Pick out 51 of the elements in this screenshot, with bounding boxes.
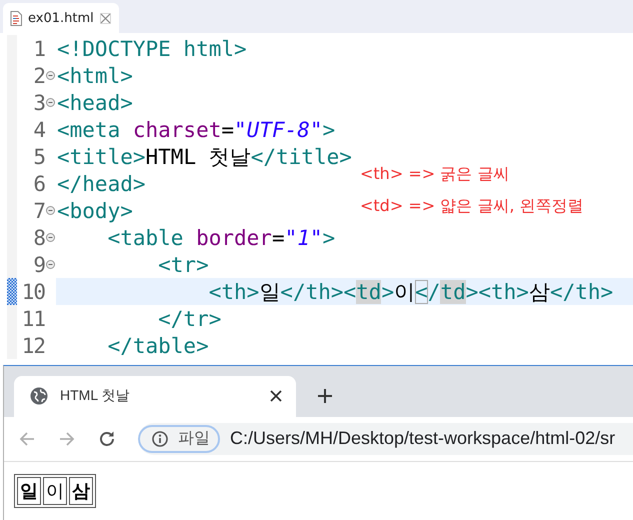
info-icon [152,430,168,447]
fold-icon[interactable] [46,260,55,269]
code-line: <title>HTML 첫날</title> [56,144,352,170]
code-line: <meta charset="UTF-8"> [56,116,336,143]
line-number: 8 [33,226,45,250]
table-cell: 이 [43,477,67,505]
url-text: C:/Users/MH/Desktop/test-workspace/html-02/sr [230,428,616,450]
line-number: 11 [22,306,45,330]
line-number: 12 [22,334,45,358]
site-info-chip[interactable]: 파일 [138,424,220,453]
line-number: 6 [33,172,45,196]
fold-icon[interactable] [46,98,55,107]
code-line: <body> [56,198,133,224]
line-number: 1 [33,36,45,60]
fold-icon[interactable] [46,233,55,242]
tab-title: HTML 첫날 [60,387,130,406]
reload-icon[interactable] [98,430,116,448]
chip-label: 파일 [178,428,210,450]
globe-icon [30,387,48,406]
annotation-text: <td> => 얇은 글씨, 왼쪽정렬 [360,195,584,217]
code-line: <!DOCTYPE html> [56,36,247,62]
new-tab-icon[interactable] [318,388,332,403]
address-bar[interactable]: 파일 C:/Users/MH/Desktop/test-workspace/html-02/sr [138,422,633,455]
table-cell: 삼 [69,477,93,505]
code-line: </head> [56,170,146,197]
code-line: <table border="1"> [106,224,336,251]
close-icon [270,390,282,402]
code-line: </tr> [157,306,222,332]
annotation-text: <th> => 굵은 글씨 [360,163,510,185]
code-line: <html> [56,62,133,89]
code-line: </table> [106,332,209,359]
bracket-match-box: < [415,280,428,304]
fold-icon[interactable] [46,71,55,80]
line-number: 4 [33,118,45,142]
fold-icon[interactable] [46,206,55,215]
occurrence-highlight: td [356,280,382,304]
line-number: 10 [22,280,45,304]
code-line: <tr> [157,252,209,278]
occurrence-highlight: td [440,280,466,304]
file-icon [10,10,22,26]
line-number: 7 [33,198,45,222]
code-line: <head> [56,90,133,116]
line-number: 3 [33,90,45,114]
line-number: 9 [33,252,45,276]
close-icon [100,12,111,24]
line-number: 5 [33,144,45,168]
browser-tab[interactable]: HTML 첫날 [14,376,296,417]
line-number: 2 [33,64,45,88]
table-cell: 일 [17,477,41,505]
editor-tab[interactable]: ex01.html [3,3,119,33]
tab-title: ex01.html [28,10,94,26]
